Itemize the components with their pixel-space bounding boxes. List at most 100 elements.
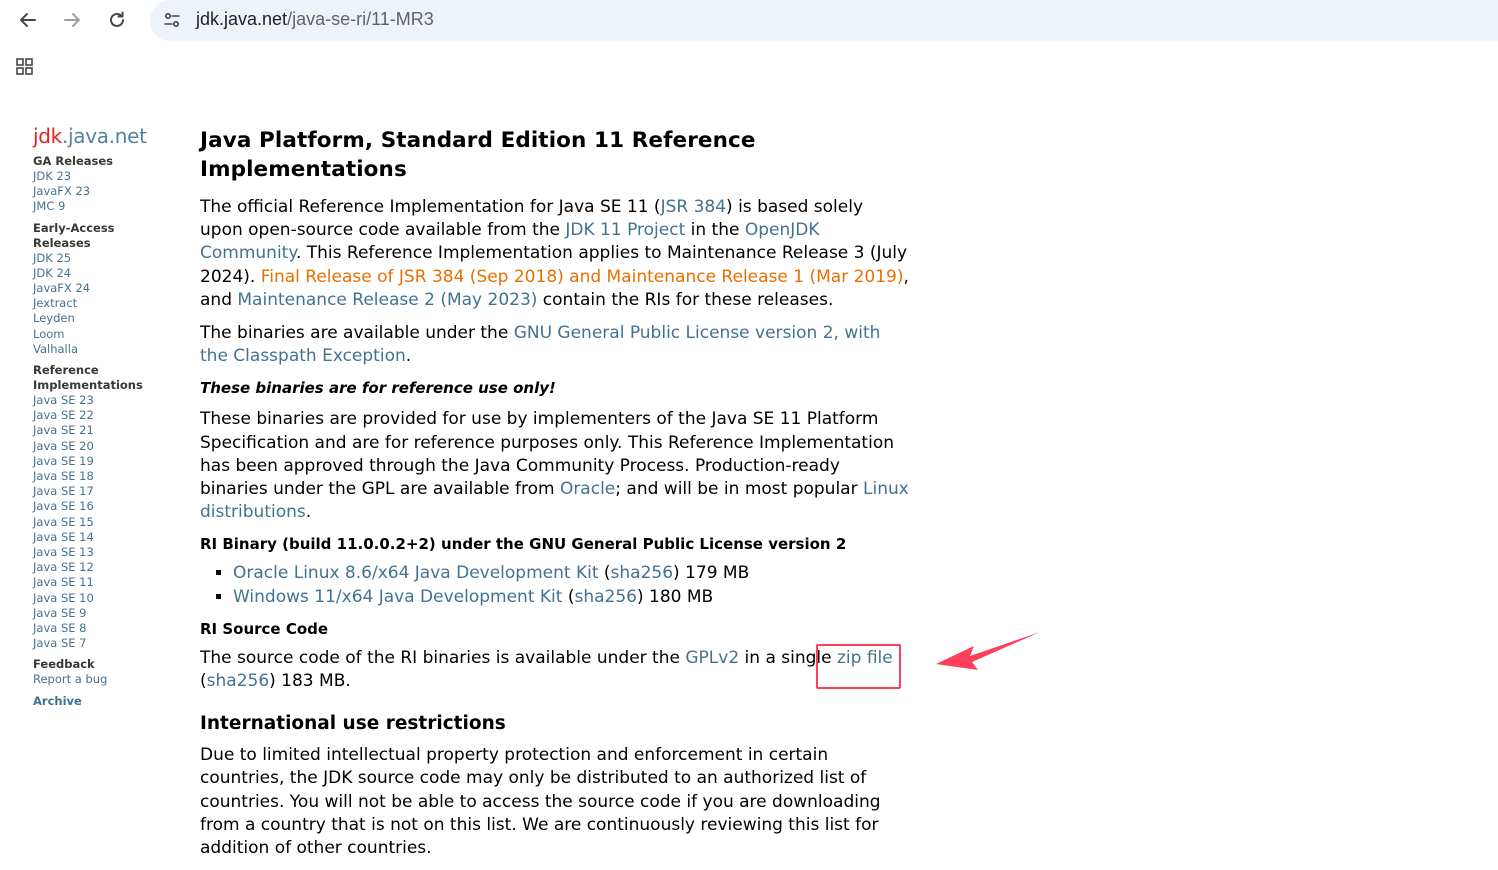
reload-icon [110, 11, 124, 27]
main-content: Java Platform, Standard Edition 11 Refer… [200, 126, 910, 870]
forward-button[interactable] [58, 6, 86, 34]
sidebar-link[interactable]: Java SE 15 [33, 515, 94, 529]
gplv2-link[interactable]: GPLv2 [685, 648, 739, 668]
sidebar-link[interactable]: Java SE 13 [33, 545, 94, 559]
feedback-heading: Feedback [33, 657, 95, 672]
sidebar-link[interactable]: Java SE 14 [33, 530, 94, 544]
source-sha256-link[interactable]: sha256 [207, 671, 270, 691]
sidebar-link[interactable]: Java SE 19 [33, 454, 94, 468]
reference-implementations-list: Java SE 23 Java SE 22 Java SE 21 Java SE 20… [33, 393, 183, 651]
sidebar-item-ri-0: Java SE 23 [33, 393, 183, 408]
sidebar-link[interactable]: JDK 24 [33, 266, 71, 280]
jsr-384-link[interactable]: JSR 384 [661, 197, 726, 217]
maintenance-release-2-link[interactable]: Maintenance Release 2 (May 2023) [237, 290, 537, 310]
sidebar-item-report-bug: Report a bug [33, 672, 183, 687]
sidebar-item-ri-11: Java SE 12 [33, 560, 183, 575]
source-paragraph: The source code of the RI binaries is av… [200, 647, 893, 692]
sidebar-link[interactable]: Java SE 10 [33, 591, 94, 605]
ri-binary-heading: RI Binary (build 11.0.0.2+2) under the G… [200, 535, 847, 554]
sidebar-item-ri-14: Java SE 9 [33, 606, 183, 621]
sidebar-item-ea-2: JavaFX 24 [33, 281, 183, 296]
downloads-list: Oracle Linux 8.6/x64 Java Development Ki… [200, 562, 910, 608]
intro-paragraph: The official Reference Implementation fo… [200, 197, 909, 310]
feedback-list: Report a bug [33, 672, 183, 687]
sidebar-item-ea-0: JDK 25 [33, 251, 183, 266]
sidebar-link[interactable]: JMC 9 [33, 199, 65, 213]
jdk-11-project-link[interactable]: JDK 11 Project [565, 220, 685, 240]
sidebar-link[interactable]: Java SE 17 [33, 484, 94, 498]
annotation-arrow-icon [936, 632, 1040, 670]
sidebar-item-ea-4: Leyden [33, 311, 183, 326]
url-host: jdk.java.net [196, 9, 288, 29]
apps-grid-icon[interactable] [15, 57, 35, 81]
sidebar-item-ri-7: Java SE 16 [33, 499, 183, 514]
sidebar-item-ga-2: JMC 9 [33, 199, 183, 214]
address-bar[interactable]: jdk.java.net/java-se-ri/11-MR3 [150, 0, 1498, 41]
sidebar-link[interactable]: JDK 23 [33, 169, 71, 183]
sidebar-link[interactable]: JDK 25 [33, 251, 71, 265]
reference-implementations-heading: Reference Implementations [33, 363, 143, 393]
sidebar-item-ri-8: Java SE 15 [33, 515, 183, 530]
early-access-list: JDK 25 JDK 24 JavaFX 24 Jextract Leyden Loom V… [33, 251, 183, 357]
sidebar-item-ea-5: Loom [33, 327, 183, 342]
windows-sha256-link[interactable]: sha256 [575, 587, 638, 607]
linux-sha256-link[interactable]: sha256 [611, 563, 674, 583]
site-logo[interactable]: jdk.java.net [33, 124, 183, 148]
oracle-link[interactable]: Oracle [560, 479, 615, 499]
download-item-linux: Oracle Linux 8.6/x64 Java Development Ki… [233, 562, 910, 585]
back-button[interactable] [14, 6, 42, 34]
sidebar-item-ea-3: Jextract [33, 296, 183, 311]
sidebar-link[interactable]: Java SE 21 [33, 423, 94, 437]
sidebar-link[interactable]: Valhalla [33, 342, 78, 356]
sidebar-link[interactable]: Java SE 12 [33, 560, 94, 574]
sidebar-item-ri-13: Java SE 10 [33, 591, 183, 606]
url-path: /java-se-ri/11-MR3 [287, 9, 434, 29]
sidebar-item-ri-3: Java SE 20 [33, 439, 183, 454]
final-release-link[interactable]: Final Release of JSR 384 (Sep 2018) and … [261, 267, 904, 287]
provided-paragraph: These binaries are provided for use by i… [200, 409, 909, 523]
early-access-heading: Early-Access Releases [33, 220, 115, 250]
sidebar-link[interactable]: Java SE 23 [33, 393, 94, 407]
sidebar-link[interactable]: Java SE 7 [33, 636, 87, 650]
reload-button[interactable] [103, 6, 131, 34]
sidebar-link[interactable]: Jextract [33, 296, 77, 310]
sidebar-item-ga-0: JDK 23 [33, 169, 183, 184]
sidebar-item-ri-16: Java SE 7 [33, 636, 183, 651]
site-settings-icon[interactable] [162, 10, 182, 34]
international-restrictions-heading: International use restrictions [200, 713, 506, 735]
sidebar-item-ea-6: Valhalla [33, 342, 183, 357]
report-bug-link[interactable]: Report a bug [33, 672, 107, 686]
sidebar-link[interactable]: Java SE 8 [33, 621, 87, 635]
archive-link[interactable]: Archive [33, 694, 183, 708]
url-text[interactable]: jdk.java.net/java-se-ri/11-MR3 [196, 9, 434, 30]
back-arrow-icon [20, 13, 36, 27]
sidebar-link[interactable]: JavaFX 24 [33, 281, 90, 295]
sidebar-item-ri-1: Java SE 22 [33, 408, 183, 423]
ga-releases-list: JDK 23 JavaFX 23 JMC 9 [33, 169, 183, 215]
browser-toolbar: jdk.java.net/java-se-ri/11-MR3 [0, 0, 1498, 41]
sidebar-item-ga-1: JavaFX 23 [33, 184, 183, 199]
reference-only-notice: These binaries are for reference use onl… [200, 379, 556, 398]
sidebar-link[interactable]: Java SE 20 [33, 439, 94, 453]
sidebar: jdk.java.net GA Releases JDK 23 JavaFX 23… [33, 124, 183, 708]
download-item-windows: Windows 11/x64 Java Development Kit (sha… [233, 586, 910, 609]
oracle-linux-jdk-link[interactable]: Oracle Linux 8.6/x64 Java Development Ki… [233, 563, 598, 583]
sidebar-link[interactable]: Java SE 11 [33, 575, 94, 589]
sidebar-link[interactable]: Java SE 18 [33, 469, 94, 483]
sidebar-item-ri-10: Java SE 13 [33, 545, 183, 560]
sidebar-link[interactable]: Java SE 22 [33, 408, 94, 422]
sidebar-link[interactable]: JavaFX 23 [33, 184, 90, 198]
sidebar-item-ri-12: Java SE 11 [33, 575, 183, 590]
sidebar-item-ri-6: Java SE 17 [33, 484, 183, 499]
windows-jdk-link[interactable]: Windows 11/x64 Java Development Kit [233, 587, 562, 607]
sidebar-link[interactable]: Java SE 16 [33, 499, 94, 513]
sidebar-link[interactable]: Java SE 9 [33, 606, 87, 620]
sidebar-item-ea-1: JDK 24 [33, 266, 183, 281]
sidebar-link[interactable]: Loom [33, 327, 64, 341]
sidebar-item-ri-5: Java SE 18 [33, 469, 183, 484]
page-title: Java Platform, Standard Edition 11 Refer… [200, 128, 756, 182]
sidebar-link[interactable]: Leyden [33, 311, 75, 325]
sidebar-item-ri-15: Java SE 8 [33, 621, 183, 636]
international-restrictions-paragraph: Due to limited intellectual property pro… [200, 745, 881, 859]
sidebar-item-ri-4: Java SE 19 [33, 454, 183, 469]
